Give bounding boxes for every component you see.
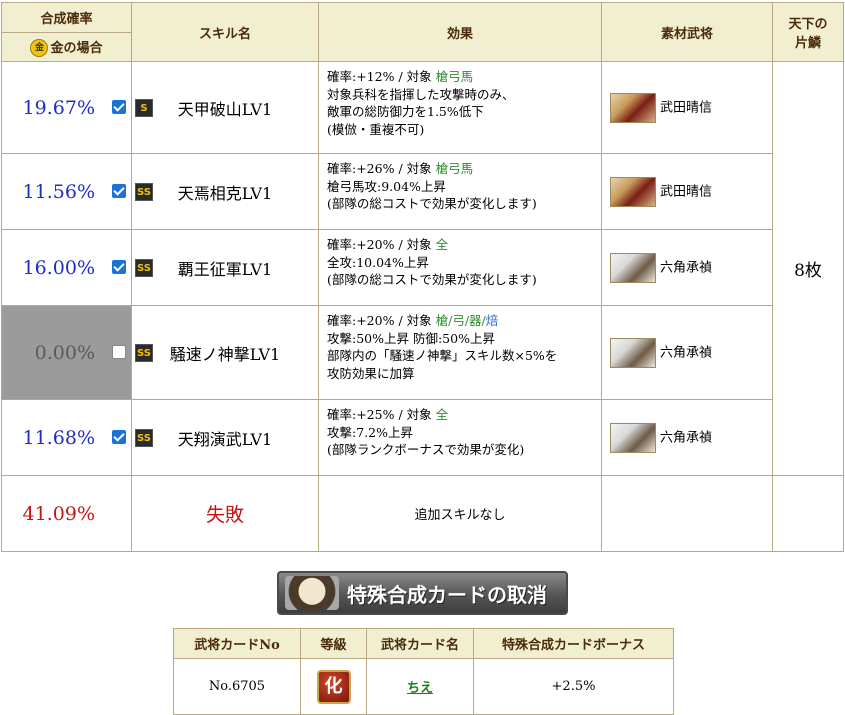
card-bonus: +2.5%	[473, 658, 674, 715]
skill-checkbox[interactable]	[112, 429, 126, 444]
special-card-table: 武将カードNo 等級 武将カード名 特殊合成カードボーナス No.6705 化 …	[173, 628, 674, 715]
grade-ka-icon: 化	[316, 669, 351, 704]
skill-cell: SS 覇王征軍LV1	[131, 229, 319, 306]
rate-header: 合成確率	[1, 2, 132, 33]
card-no: No.6705	[173, 658, 301, 715]
effect-text: 確率:+12% / 対象 槍弓馬 対象兵科を指揮した攻撃時のみ、 敵軍の総防御力を1…	[318, 61, 602, 154]
rank-ss-icon: SS	[135, 182, 153, 201]
skill-rate: 0.00%	[1, 305, 132, 400]
gold-coin-icon: 金	[30, 39, 49, 58]
no-extra-skill: 追加スキルなし	[318, 475, 602, 552]
card-face-icon	[285, 576, 339, 610]
tenka-header: 天下の 片鱗	[772, 2, 844, 62]
skill-rate: 19.67%	[1, 61, 132, 154]
skill-name: 天甲破山LV1	[177, 99, 273, 119]
card-name-cell: ちえ	[366, 658, 474, 715]
tenka-value: 8枚	[772, 61, 844, 476]
skill-name: 天翔演武LV1	[177, 429, 273, 449]
material-general: 六角承禎	[601, 305, 773, 400]
material-general: 武田晴信	[601, 153, 773, 230]
rank-s-icon: S	[135, 98, 153, 117]
card-no-header: 武将カードNo	[173, 628, 301, 659]
empty-cell	[772, 475, 844, 552]
card-name-link[interactable]: ちえ	[407, 681, 433, 696]
rank-ss-icon: SS	[135, 343, 153, 362]
effect-header: 効果	[318, 2, 602, 62]
synthesis-table: 合成確率 スキル名 効果 素材武将 天下の 片鱗 金金の場合 19.67% S 天甲…	[1, 2, 844, 552]
skill-checkbox[interactable]	[112, 99, 126, 114]
card-name-header: 武将カード名	[366, 628, 474, 659]
skill-name: 天焉相克LV1	[177, 183, 273, 203]
material-general: 六角承禎	[601, 229, 773, 306]
material-header: 素材武将	[601, 2, 773, 62]
material-general: 六角承禎	[601, 399, 773, 476]
empty-cell	[601, 475, 773, 552]
skill-name: 覇王征軍LV1	[177, 259, 273, 279]
skill-cell: SS 騒速ノ神撃LV1	[131, 305, 319, 400]
skill-checkbox[interactable]	[112, 344, 126, 359]
gold-case-header: 金金の場合	[1, 32, 132, 62]
skill-name-header: スキル名	[131, 2, 319, 62]
jotei-portrait-icon	[610, 337, 656, 368]
fail-label: 失敗	[131, 475, 319, 552]
skill-cell: SS 天翔演武LV1	[131, 399, 319, 476]
shingen-portrait-icon	[610, 176, 656, 207]
skill-rate: 11.68%	[1, 399, 132, 476]
material-general: 武田晴信	[601, 61, 773, 154]
bonus-header: 特殊合成カードボーナス	[473, 628, 674, 659]
grade-cell: 化	[300, 658, 367, 715]
rank-ss-icon: SS	[135, 428, 153, 447]
cancel-special-card-button[interactable]: 特殊合成カードの取消	[277, 571, 568, 615]
effect-text: 確率:+26% / 対象 槍弓馬 槍弓馬攻:9.04%上昇 (部隊の総コストで効果が…	[318, 153, 602, 230]
effect-text: 確率:+20% / 対象 槍/弓/器/焙 攻撃:50%上昇 防御:50%上昇 部隊内…	[318, 305, 602, 400]
effect-text: 確率:+20% / 対象 全全攻:10.04%上昇 (部隊の総コストで効果が変化し…	[318, 229, 602, 306]
skill-checkbox[interactable]	[112, 183, 126, 198]
fail-rate: 41.09%	[1, 475, 132, 552]
skill-name: 騒速ノ神撃LV1	[169, 344, 281, 364]
shingen-portrait-icon	[610, 92, 656, 123]
jotei-portrait-icon	[610, 252, 656, 283]
jotei-portrait-icon	[610, 422, 656, 453]
grade-header: 等級	[300, 628, 367, 659]
rank-ss-icon: SS	[135, 258, 153, 277]
skill-cell: SS 天焉相克LV1	[131, 153, 319, 230]
table-row: No.6705 化 ちえ +2.5%	[173, 658, 674, 715]
skill-cell: S 天甲破山LV1	[131, 61, 319, 154]
skill-rate: 16.00%	[1, 229, 132, 306]
skill-checkbox[interactable]	[112, 259, 126, 274]
effect-text: 確率:+25% / 対象 全攻撃:7.2%上昇 (部隊ランクボーナスで効果が変化)	[318, 399, 602, 476]
skill-rate: 11.56%	[1, 153, 132, 230]
